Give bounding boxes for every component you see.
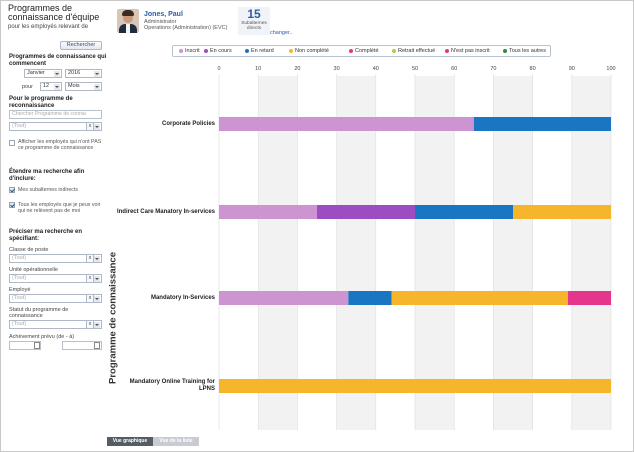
bar-segment [391, 291, 568, 305]
bar-segment [348, 291, 392, 305]
x-tick-label: 40 [372, 66, 379, 72]
bar-segment [567, 291, 611, 305]
x-tick-label: 10 [255, 66, 262, 72]
category-label: Mandatory Online Training for LPNS [129, 379, 215, 392]
category-label: Mandatory In-Services [150, 294, 215, 301]
stacked-bar-chart [218, 74, 612, 430]
x-tick-label: 20 [294, 66, 301, 72]
x-tick-label: 60 [451, 66, 458, 72]
x-tick-label: 80 [529, 66, 536, 72]
x-tick-label: 90 [568, 66, 575, 72]
x-tick-label: 70 [490, 66, 497, 72]
bar-segment [219, 117, 474, 131]
x-tick-label: 100 [606, 66, 616, 72]
bar-segment [219, 205, 317, 219]
bar-segment [513, 205, 611, 219]
category-label: Corporate Policies [161, 120, 215, 127]
bar-segment [219, 379, 611, 393]
category-label: Indirect Care Manatory In-services [116, 208, 215, 215]
bar-segment [415, 205, 513, 219]
bar-segment [473, 117, 611, 131]
tab-chart-view[interactable]: Vue graphique [107, 437, 153, 446]
x-tick-label: 50 [411, 66, 419, 72]
bar-segment [317, 205, 415, 219]
tab-list-view[interactable]: Vue de la liste [153, 437, 199, 446]
x-tick-label: 30 [333, 66, 340, 72]
x-tick-label: 0 [217, 66, 221, 72]
bar-segment [219, 291, 349, 305]
